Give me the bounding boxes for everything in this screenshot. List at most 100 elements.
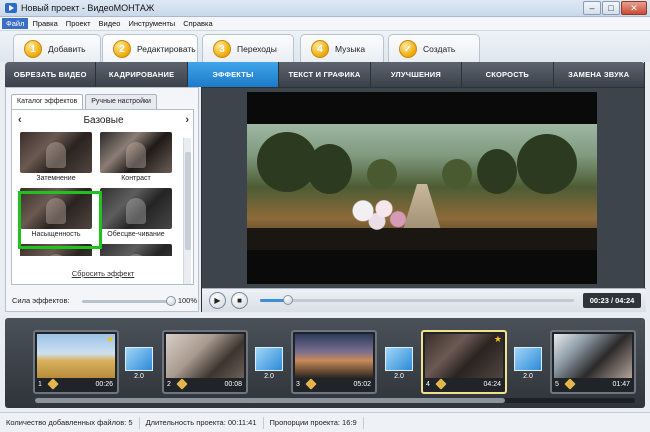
transition[interactable]: 2.0 (125, 347, 153, 383)
effect-darken[interactable]: Затемнение (20, 132, 92, 182)
progress-knob[interactable] (283, 295, 294, 305)
timeline-clip[interactable]: 3 05:02 (291, 330, 377, 394)
menu-bar: Файл Правка Проект Видео Инструменты Спр… (0, 17, 650, 31)
edit-icon[interactable] (564, 378, 576, 390)
clip-duration: 05:02 (353, 381, 371, 388)
clip-info: 4 04:24 (423, 378, 505, 392)
bouquet (342, 194, 412, 236)
effect-label: Обесцве-чивание (107, 231, 165, 238)
status-duration: Длительность проекта: 00:11:41 (140, 416, 264, 429)
transition[interactable]: 2.0 (385, 347, 413, 383)
workflow-steps: 1 Добавить 2 Редактировать 3 Переходы 4 … (0, 31, 650, 62)
tab-enhancements[interactable]: УЛУЧШЕНИЯ (371, 62, 463, 87)
clip-duration: 00:08 (224, 381, 242, 388)
status-aspect: Пропорции проекта: 16:9 (264, 416, 364, 429)
effects-panel: Каталог эффектов Ручные настройки ‹ Базо… (5, 87, 199, 312)
star-icon: ★ (105, 334, 114, 344)
transition-icon (514, 347, 542, 371)
edit-icon[interactable] (47, 378, 59, 390)
menu-video[interactable]: Видео (95, 18, 125, 29)
transition-icon (255, 347, 283, 371)
edit-tabs: ОБРЕЗАТЬ ВИДЕО КАДРИРОВАНИЕ ЭФФЕКТЫ ТЕКС… (5, 62, 645, 87)
transition-duration: 2.0 (394, 373, 404, 380)
strength-slider[interactable] (82, 296, 176, 306)
subtab-manual-settings[interactable]: Ручные настройки (85, 94, 157, 109)
storyboard: ★ 1 00:26 2.0 2 00:08 2.0 3 05:02 2.0 ★ … (5, 318, 645, 408)
step-add[interactable]: 1 Добавить (13, 34, 101, 62)
clip-thumbnail (37, 334, 115, 378)
category-nav: ‹ Базовые › (12, 114, 195, 128)
step-number-icon: 2 (113, 39, 131, 58)
window-title: Новый проект - ВидеоМОНТАЖ (21, 3, 155, 13)
play-button[interactable]: ▶ (209, 292, 226, 309)
maximize-button[interactable]: □ (602, 1, 620, 15)
scrollbar-thumb[interactable] (35, 398, 505, 403)
status-bar: Количество добавленных файлов: 5 Длитель… (0, 412, 650, 432)
step-create[interactable]: ✓ Создать (388, 34, 480, 62)
subtab-effects-catalog[interactable]: Каталог эффектов (11, 94, 84, 109)
tab-crop[interactable]: КАДРИРОВАНИЕ (96, 62, 188, 87)
timeline-clip-selected[interactable]: ★ 4 04:24 (421, 330, 507, 394)
video-frame[interactable] (247, 92, 597, 284)
effect-contrast[interactable]: Контраст (100, 132, 172, 182)
scrollbar-thumb[interactable] (185, 152, 191, 250)
transition-duration: 2.0 (264, 373, 274, 380)
step-music[interactable]: 4 Музыка (300, 34, 384, 62)
minimize-button[interactable]: – (583, 1, 601, 15)
clip-info: 2 00:08 (164, 378, 246, 392)
step-number-icon: 3 (213, 39, 231, 58)
effect-label: Контраст (121, 175, 151, 182)
effect-desaturate[interactable]: Обесцве-чивание (100, 188, 172, 238)
stop-button[interactable]: ■ (231, 292, 248, 309)
close-button[interactable]: ✕ (621, 1, 647, 15)
menu-edit[interactable]: Правка (28, 18, 61, 29)
effect-label: Затемнение (36, 175, 76, 182)
reset-effect-link[interactable]: Сбросить эффект (6, 269, 200, 278)
tab-effects[interactable]: ЭФФЕКТЫ (187, 62, 280, 87)
transition-duration: 2.0 (523, 373, 533, 380)
clip-number: 2 (167, 381, 171, 388)
tab-speed[interactable]: СКОРОСТЬ (462, 62, 554, 87)
video-scene (247, 124, 597, 250)
timeline-scrollbar[interactable] (35, 398, 635, 403)
edit-icon[interactable] (176, 378, 188, 390)
tab-replace-sound[interactable]: ЗАМЕНА ЗВУКА (554, 62, 645, 87)
clip-thumbnail (425, 334, 503, 378)
effect-strength: Сила эффектов: 100% (12, 295, 197, 307)
menu-help[interactable]: Справка (179, 18, 216, 29)
menu-tools[interactable]: Инструменты (124, 18, 179, 29)
clip-number: 4 (426, 381, 430, 388)
edit-icon[interactable] (305, 378, 317, 390)
slider-knob[interactable] (166, 296, 176, 306)
step-label: Добавить (48, 43, 86, 54)
timeline-clip[interactable]: ★ 1 00:26 (33, 330, 119, 394)
catalog-scrollbar[interactable] (183, 138, 191, 284)
status-files-count: Количество добавленных файлов: 5 (0, 416, 140, 429)
tab-trim[interactable]: ОБРЕЗАТЬ ВИДЕО (5, 62, 97, 87)
playback-progress[interactable] (260, 295, 574, 305)
tab-text-graphics[interactable]: ТЕКСТ И ГРАФИКА (279, 62, 371, 87)
transition[interactable]: 2.0 (255, 347, 283, 383)
transition[interactable]: 2.0 (514, 347, 542, 383)
step-transitions[interactable]: 3 Переходы (202, 34, 294, 62)
menu-project[interactable]: Проект (62, 18, 95, 29)
transition-icon (385, 347, 413, 371)
strength-label: Сила эффектов: (12, 296, 70, 305)
step-label: Создать (423, 43, 456, 54)
edit-icon[interactable] (435, 378, 447, 390)
effect-thumbnail (100, 244, 172, 256)
timeline-clip[interactable]: 2 00:08 (162, 330, 248, 394)
menu-file[interactable]: Файл (2, 18, 29, 29)
step-label: Музыка (335, 43, 366, 54)
clip-duration: 01:47 (612, 381, 630, 388)
clip-info: 5 01:47 (552, 378, 634, 392)
clip-info: 1 00:26 (35, 378, 117, 392)
effect-next-row[interactable] (100, 244, 172, 256)
clip-duration: 04:24 (483, 381, 501, 388)
timeline-clip[interactable]: 5 01:47 (550, 330, 636, 394)
timecode: 00:23 / 04:24 (583, 293, 641, 308)
next-category-icon[interactable]: › (185, 114, 189, 126)
effect-thumbnail (100, 188, 172, 229)
step-edit[interactable]: 2 Редактировать (102, 34, 198, 62)
clip-duration: 00:26 (95, 381, 113, 388)
